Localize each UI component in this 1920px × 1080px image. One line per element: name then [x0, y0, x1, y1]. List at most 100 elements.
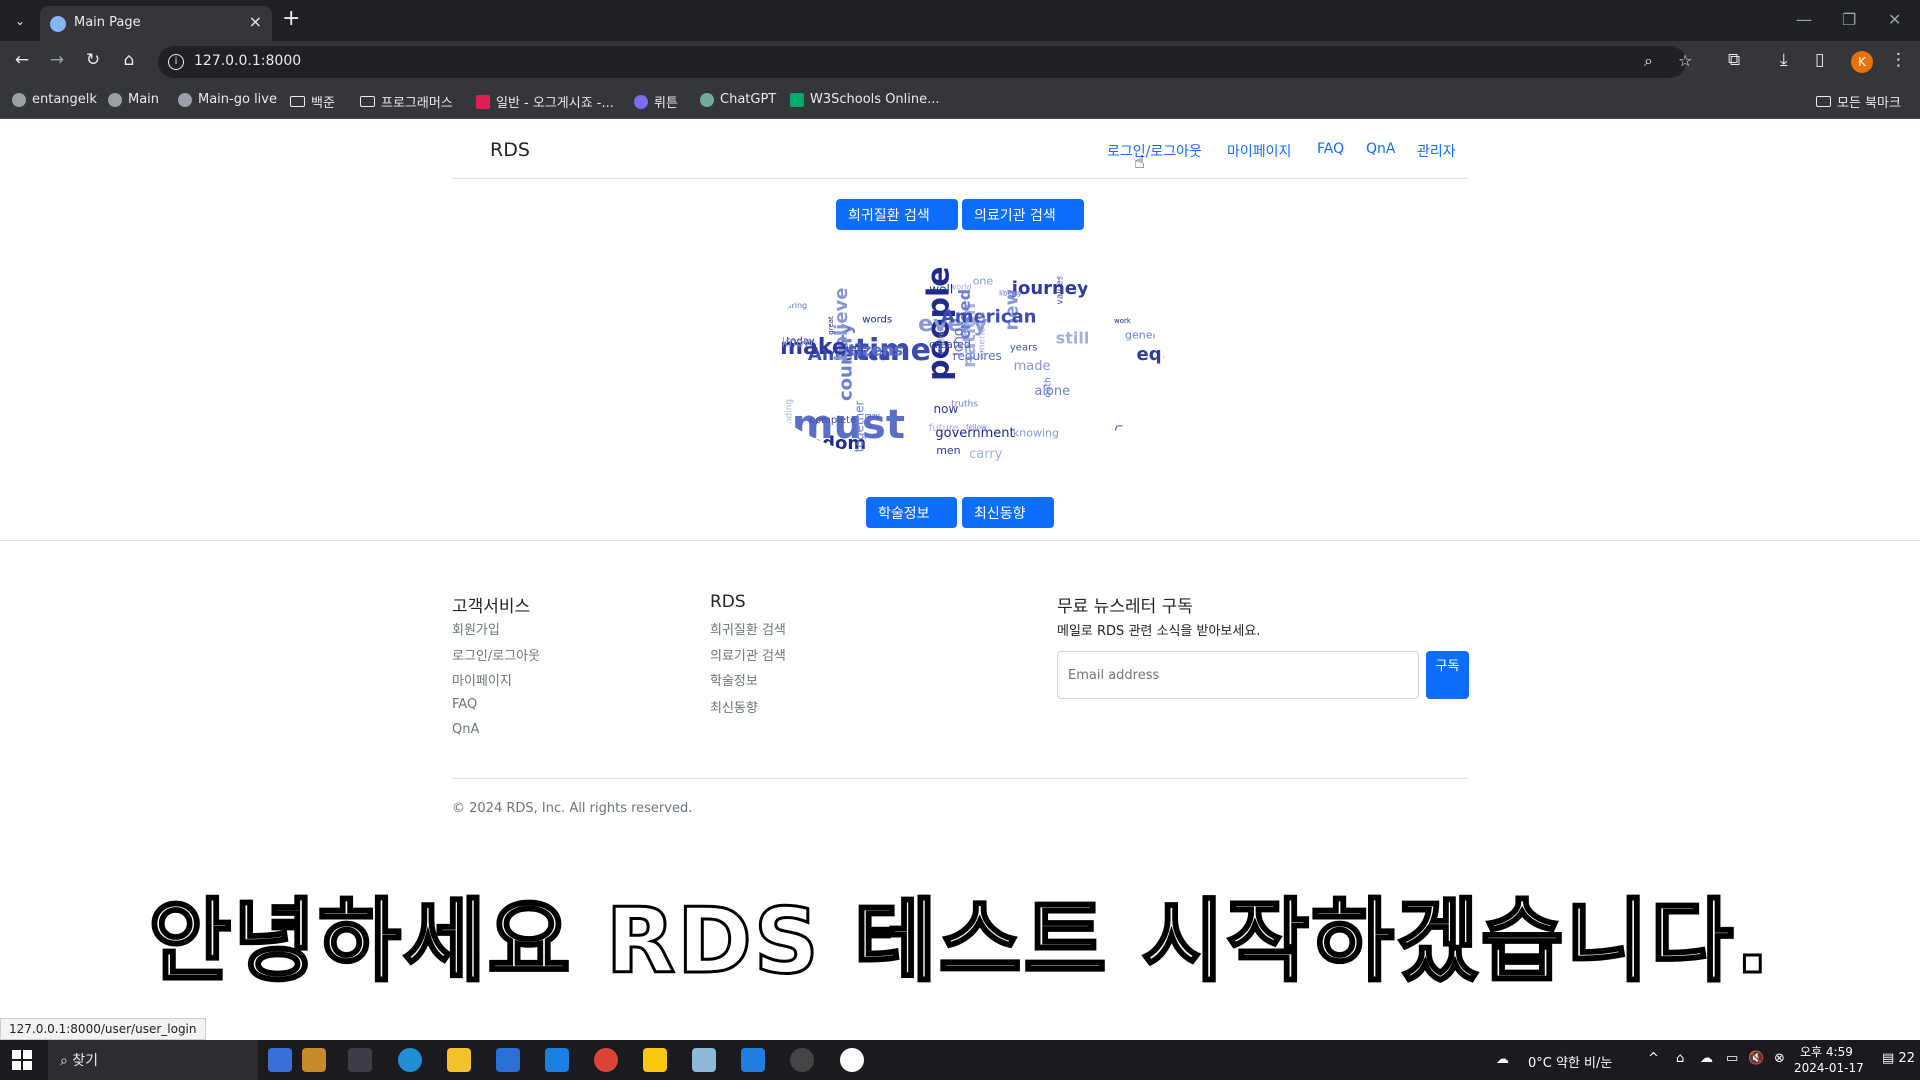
rare-disease-search-button[interactable]: 희귀질환 검색 [836, 199, 958, 230]
footer-link-trends[interactable]: 최신동향 [710, 697, 758, 716]
footer-link-academic[interactable]: 학술정보 [710, 670, 758, 689]
nav-faq[interactable]: FAQ [1317, 141, 1344, 157]
vscode-icon[interactable] [741, 1048, 765, 1072]
nav-admin[interactable]: 관리자 [1417, 141, 1456, 161]
word-cloud-word: founding [784, 399, 794, 439]
email-input[interactable] [1057, 651, 1419, 699]
bookmark-item[interactable]: entangelk [12, 92, 97, 107]
volume-muted-icon[interactable]: 🔇 [1748, 1051, 1764, 1066]
chrome-icon[interactable] [594, 1048, 618, 1072]
reload-icon[interactable]: ↻ [81, 50, 105, 70]
tab-title: Main Page [74, 15, 141, 30]
footer-link-rare-disease[interactable]: 희귀질환 검색 [710, 619, 786, 638]
download-icon[interactable]: ⤓ [1780, 50, 1788, 70]
side-panel-icon[interactable]: ▯ [1815, 50, 1824, 70]
address-bar[interactable]: i 127.0.0.1:8000 ⌕ ☆ [158, 46, 1692, 78]
task-view-icon[interactable] [348, 1048, 372, 1072]
footer-link-medical-institution[interactable]: 의료기관 검색 [710, 645, 786, 664]
weather-text[interactable]: 0°C 약한 비/눈 [1528, 1052, 1612, 1071]
word-cloud-word: still [1056, 328, 1090, 347]
footer-bottom-line [452, 778, 1469, 779]
clock-date[interactable]: 2024-01-17 [1794, 1061, 1864, 1075]
notepad-icon[interactable] [692, 1048, 716, 1072]
brand-logo[interactable]: RDS [490, 139, 530, 161]
all-bookmarks[interactable]: 모든 북마크 [1816, 92, 1901, 111]
academic-info-button[interactable]: 학술정보 [866, 497, 957, 528]
extensions-icon[interactable]: ⧉ [1728, 50, 1740, 70]
word-cloud-word: great [827, 316, 835, 335]
bookmark-item[interactable]: 백준 [290, 92, 335, 111]
sticky-notes-icon[interactable] [643, 1048, 667, 1072]
word-cloud-word: values [1055, 275, 1065, 305]
bookmark-label: 뤼튼 [654, 96, 678, 111]
active-tab[interactable]: Main Page × [40, 6, 272, 41]
back-icon[interactable]: ← [10, 50, 34, 70]
bookmark-item[interactable]: Main [108, 92, 159, 107]
medical-institution-search-button[interactable]: 의료기관 검색 [962, 199, 1084, 230]
footer-link-login[interactable]: 로그인/로그아웃 [452, 645, 540, 664]
zoom-icon[interactable]: ⌕ [1644, 51, 1653, 71]
new-tab-icon[interactable]: + [282, 6, 300, 31]
word-cloud-word: requires [953, 349, 1002, 363]
bookmark-item[interactable]: 뤼튼 [634, 92, 678, 111]
footer-link-mypage[interactable]: 마이페이지 [452, 670, 512, 689]
network-icon[interactable]: ⌂ [1676, 1051, 1684, 1066]
windows-start-icon[interactable] [12, 1050, 32, 1070]
obs-icon[interactable] [790, 1048, 814, 1072]
site-info-icon[interactable]: i [168, 54, 184, 70]
profile-avatar[interactable]: K [1851, 51, 1873, 73]
home-icon[interactable]: ⌂ [117, 50, 141, 70]
footer-link-qna[interactable]: QnA [452, 722, 479, 737]
forward-icon[interactable]: → [45, 50, 69, 70]
close-tab-icon[interactable]: × [249, 12, 262, 31]
nav-qna[interactable]: QnA [1366, 141, 1395, 157]
tab-strip: ⌄ Main Page × + — ❐ ✕ [0, 0, 1920, 41]
word-cloud-word: made [1014, 359, 1051, 374]
clock-time[interactable]: 오후 4:59 [1800, 1043, 1853, 1060]
close-window-icon[interactable]: ✕ [1888, 10, 1901, 29]
taskbar-app-icon[interactable] [268, 1048, 292, 1072]
bookmark-label: 모든 북마크 [1837, 96, 1901, 111]
bookmark-item[interactable]: 일반 - 오그게시죠 -... [476, 92, 614, 111]
mail-icon[interactable] [545, 1048, 569, 1072]
link-status-bar: 127.0.0.1:8000/user/user_login [0, 1018, 206, 1040]
latest-trends-button[interactable]: 최신동향 [962, 497, 1054, 528]
slack-icon [476, 94, 490, 109]
edge-icon[interactable] [398, 1048, 422, 1072]
minimize-icon[interactable]: — [1796, 10, 1812, 29]
word-cloud-word: alone [1034, 384, 1070, 399]
nav-mypage[interactable]: 마이페이지 [1227, 141, 1291, 161]
word-cloud-word: fellow [966, 424, 987, 432]
weather-icon[interactable]: ☁ [1496, 1052, 1509, 1067]
app-icon[interactable] [840, 1048, 864, 1072]
bookmark-item[interactable]: 프로그래머스 [360, 92, 453, 111]
display-icon[interactable]: ▭ [1726, 1051, 1738, 1066]
word-cloud-word: carry [969, 447, 1003, 462]
bookmark-item[interactable]: ChatGPT [700, 92, 776, 107]
notification-icon[interactable]: ▤ 22 [1882, 1051, 1915, 1066]
onedrive-icon[interactable]: ☁ [1700, 1051, 1713, 1066]
taskbar-search[interactable]: ⌕ 찾기 [48, 1040, 258, 1080]
bookmark-star-icon[interactable]: ☆ [1678, 51, 1692, 70]
word-cloud-word: one [973, 274, 994, 287]
restore-icon[interactable]: ❐ [1842, 10, 1856, 29]
footer-link-signup[interactable]: 회원가입 [452, 619, 500, 638]
menu-icon[interactable]: ⋮ [1890, 50, 1907, 70]
subscribe-button[interactable]: 구독 [1426, 651, 1469, 699]
tab-search-chevron-icon[interactable]: ⌄ [8, 9, 32, 33]
store-icon[interactable] [496, 1048, 520, 1072]
globe-icon [178, 92, 192, 107]
books-icon[interactable] [302, 1048, 326, 1072]
bookmark-item[interactable]: W3Schools Online... [790, 92, 940, 107]
bookmark-item[interactable]: Main-go live [178, 92, 277, 107]
globe-icon [50, 16, 66, 32]
file-explorer-icon[interactable] [447, 1048, 471, 1072]
word-cloud-word: truths [951, 400, 978, 410]
footer-link-faq[interactable]: FAQ [452, 697, 477, 712]
word-cloud-word: together [852, 400, 866, 452]
status-icon[interactable]: ⊗ [1774, 1051, 1785, 1066]
tray-chevron-icon[interactable]: ^ [1648, 1051, 1659, 1066]
nav-login-logout[interactable]: 로그인/로그아웃 [1107, 141, 1202, 161]
browser-toolbar: ← → ↻ ⌂ i 127.0.0.1:8000 ⌕ ☆ ⧉ ⤓ ▯ K ⋮ [0, 41, 1920, 83]
word-cloud-word: journey [1011, 278, 1089, 299]
